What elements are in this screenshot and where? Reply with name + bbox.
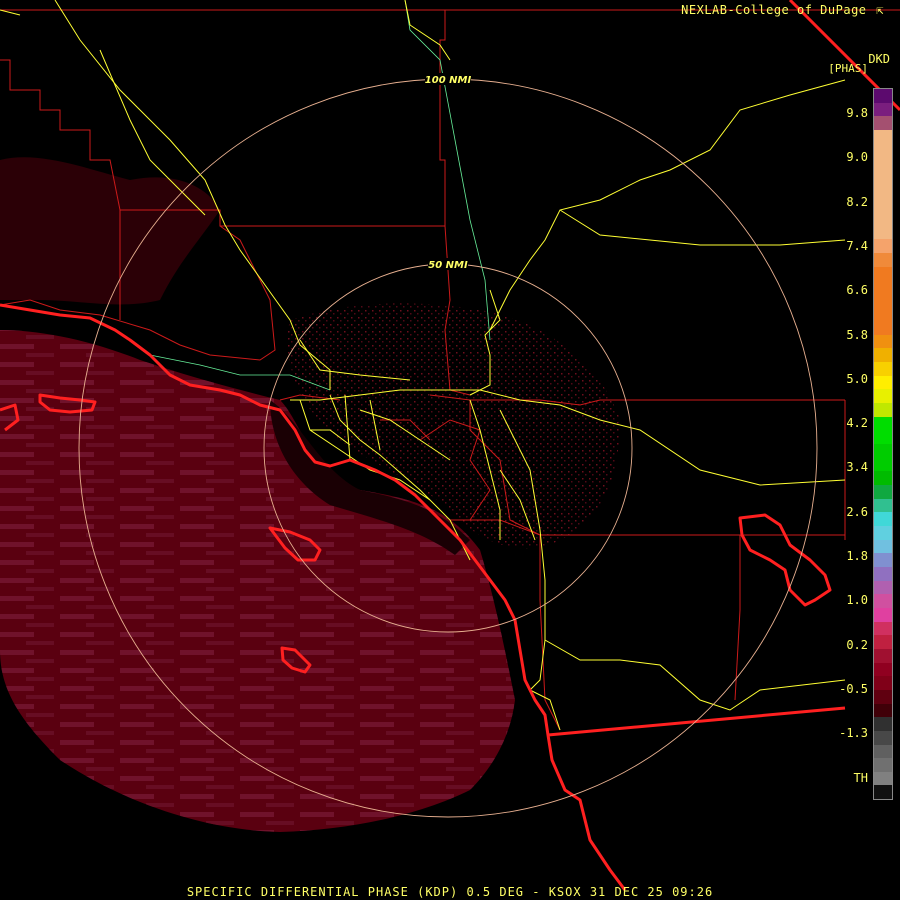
- color-scale-swatch: [874, 157, 892, 171]
- color-scale-swatch: [874, 266, 892, 281]
- color-scale-tick-label: 2.6: [846, 504, 868, 519]
- color-scale-swatch: [874, 785, 892, 800]
- color-scale-tick-label: 5.0: [846, 371, 868, 386]
- color-scale-swatch: [874, 621, 892, 636]
- color-scale-swatch: [874, 430, 892, 445]
- radar-echoes: [0, 157, 620, 832]
- color-scale-tick-label: 1.0: [846, 593, 868, 608]
- color-scale-tick-label: 3.4: [846, 460, 868, 475]
- color-scale-swatch: [874, 444, 892, 458]
- color-scale-swatch: [874, 293, 892, 308]
- color-scale-tick-label: 9.8: [846, 106, 868, 120]
- color-scale-swatch: [874, 239, 892, 253]
- color-scale-swatch: [874, 689, 892, 704]
- color-scale-swatch: [874, 225, 892, 240]
- color-scale-swatch: [874, 334, 892, 349]
- color-scale-tick-label: 9.0: [846, 150, 868, 165]
- color-scale-bar: [873, 88, 893, 800]
- color-scale-swatch: [874, 662, 892, 677]
- color-scale-swatch: [874, 635, 892, 649]
- color-scale-swatch: [874, 457, 892, 472]
- color-scale-swatch: [874, 129, 892, 144]
- color-scale-swatch: [874, 116, 892, 130]
- color-scale-swatch: [874, 389, 892, 404]
- color-scale-tick-label: 5.8: [846, 327, 868, 342]
- color-scale-swatch: [874, 184, 892, 199]
- color-scale-swatch: [874, 362, 892, 376]
- color-scale-swatch: [874, 307, 892, 322]
- range-ring-label-50: 50 NMI: [428, 260, 468, 271]
- color-scale-swatch: [874, 730, 892, 745]
- color-scale-swatch: [874, 758, 892, 772]
- color-scale-swatch: [874, 580, 892, 595]
- color-scale-swatch: [874, 170, 892, 185]
- color-scale-swatch: [874, 321, 892, 335]
- color-scale-tick-label: 1.8: [846, 549, 868, 563]
- color-scale-tick-label: 4.2: [846, 416, 868, 431]
- radar-map: 100 NMI 50 NMI: [0, 0, 900, 891]
- color-scale-swatch: [874, 416, 892, 431]
- external-link-icon[interactable]: ⇱: [876, 3, 884, 17]
- color-scale-swatch: [874, 553, 892, 567]
- color-scale-swatch: [874, 771, 892, 786]
- color-scale-swatch: [874, 498, 892, 513]
- range-ring-label-100: 100 NMI: [425, 75, 472, 86]
- color-scale-tick-label: -1.3: [839, 726, 868, 741]
- color-scale-swatch: [874, 348, 892, 363]
- land-echo-north: [0, 157, 220, 305]
- color-scale-swatch: [874, 539, 892, 554]
- color-scale-tick-label: 0.2: [846, 637, 868, 652]
- color-scale-swatch: [874, 211, 892, 226]
- color-scale-swatch: [874, 375, 892, 390]
- color-scale-swatch: [874, 403, 892, 417]
- color-scale-tick-label: 8.2: [846, 194, 868, 209]
- color-scale-swatch: [874, 594, 892, 608]
- product-code: DKD: [868, 52, 890, 66]
- color-scale-swatch: [874, 512, 892, 526]
- color-scale-swatch: [874, 607, 892, 622]
- credit-label: NEXLAB-College of DuPage ⇱: [681, 3, 884, 17]
- color-scale-swatch: [874, 89, 892, 103]
- color-scale-swatch: [874, 566, 892, 581]
- color-scale-swatch: [874, 198, 892, 212]
- color-scale-swatch: [874, 280, 892, 294]
- color-scale-swatch: [874, 252, 892, 267]
- color-scale-swatch: [874, 102, 892, 117]
- credit-text: NEXLAB-College of DuPage: [681, 3, 867, 17]
- color-scale-tick-label: -0.5: [839, 681, 868, 696]
- color-scale-swatch: [874, 143, 892, 158]
- color-scale-swatch: [874, 471, 892, 486]
- color-scale-tick-label: 6.6: [846, 283, 868, 298]
- color-scale-swatch: [874, 676, 892, 690]
- color-scale-swatch: [874, 744, 892, 759]
- color-scale-tick-label: TH: [853, 770, 868, 785]
- color-scale-swatch: [874, 703, 892, 718]
- color-scale-swatch: [874, 526, 892, 540]
- color-scale-tick-label: 7.4: [846, 238, 868, 253]
- color-scale-swatch: [874, 485, 892, 499]
- color-scale-swatch: [874, 717, 892, 731]
- color-scale-swatch: [874, 648, 892, 663]
- product-caption: SPECIFIC DIFFERENTIAL PHASE (KDP) 0.5 DE…: [186, 885, 714, 899]
- units-label: [PHAS]: [828, 62, 868, 75]
